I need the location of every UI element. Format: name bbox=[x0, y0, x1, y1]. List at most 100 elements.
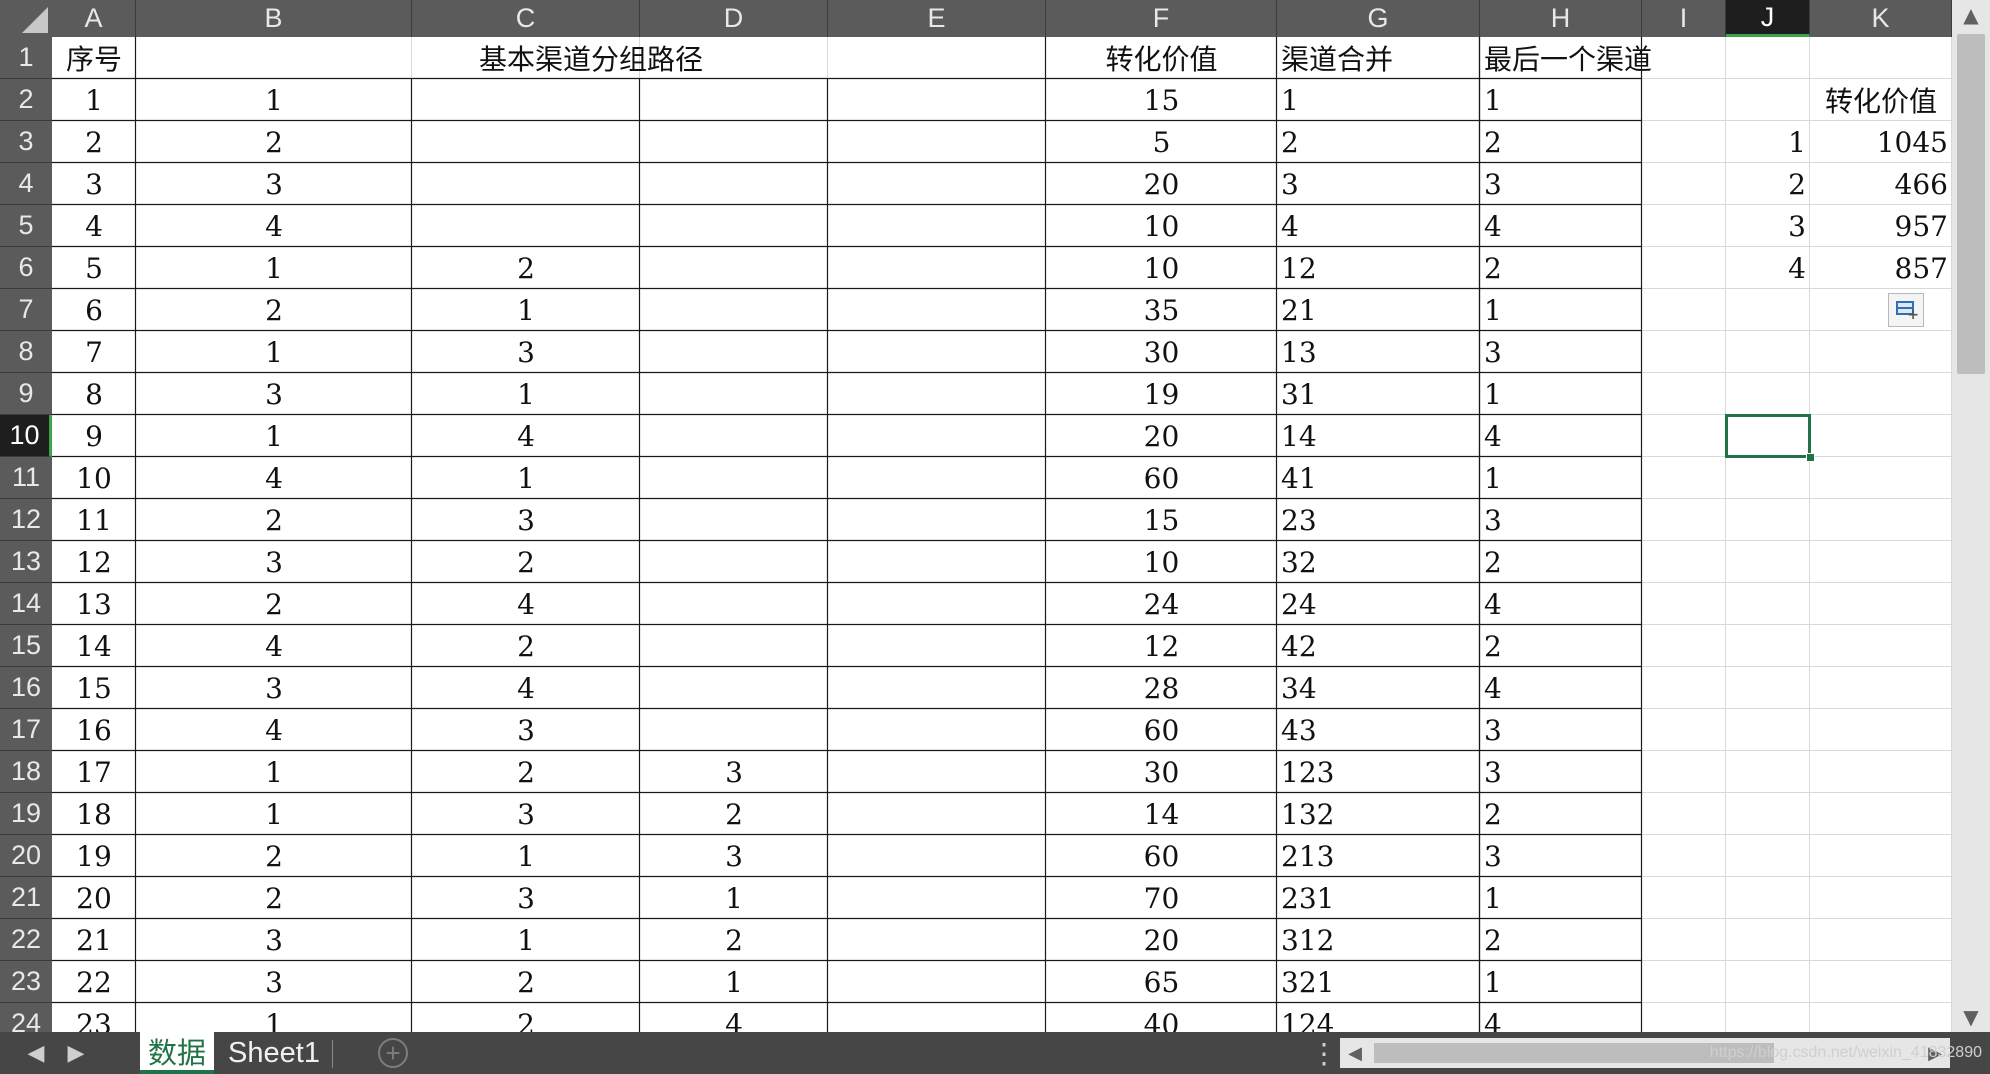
cell-i5[interactable] bbox=[1642, 205, 1726, 247]
cell-b23[interactable]: 3 bbox=[136, 961, 412, 1003]
cell-i3[interactable] bbox=[1642, 121, 1726, 163]
cell-b2[interactable]: 1 bbox=[136, 79, 412, 121]
cell-f9[interactable]: 19 bbox=[1046, 373, 1277, 415]
cell-g24[interactable]: 124 bbox=[1277, 1003, 1480, 1033]
cell-c2[interactable] bbox=[412, 79, 640, 121]
cell-k22[interactable] bbox=[1810, 919, 1952, 961]
cell-d2[interactable] bbox=[640, 79, 828, 121]
cell-e13[interactable] bbox=[828, 541, 1046, 583]
cell-d15[interactable] bbox=[640, 625, 828, 667]
cell-k13[interactable] bbox=[1810, 541, 1952, 583]
cell-f1[interactable]: 转化价值 bbox=[1046, 37, 1277, 79]
cell-e16[interactable] bbox=[828, 667, 1046, 709]
row-header-11[interactable]: 11 bbox=[0, 457, 52, 499]
cell-h9[interactable]: 1 bbox=[1480, 373, 1642, 415]
chevron-right-icon[interactable]: ▶ bbox=[58, 1032, 94, 1074]
cell-e24[interactable] bbox=[828, 1003, 1046, 1032]
cell-k24[interactable] bbox=[1810, 1003, 1952, 1032]
cell-i18[interactable] bbox=[1642, 751, 1726, 793]
vertical-ellipsis-icon[interactable]: ⋮ bbox=[1310, 1032, 1338, 1074]
cell-b6[interactable]: 1 bbox=[136, 247, 412, 289]
cell-b14[interactable]: 2 bbox=[136, 583, 412, 625]
cell-k2[interactable]: 转化价值 bbox=[1810, 79, 1952, 121]
cell-g5[interactable]: 4 bbox=[1277, 205, 1480, 247]
cell-h3[interactable]: 2 bbox=[1480, 121, 1642, 163]
row-header-7[interactable]: 7 bbox=[0, 289, 52, 331]
cell-h15[interactable]: 2 bbox=[1480, 625, 1642, 667]
column-header-k[interactable]: K bbox=[1810, 0, 1952, 37]
cell-g1[interactable]: 渠道合并 bbox=[1277, 37, 1480, 79]
cell-e18[interactable] bbox=[828, 751, 1046, 793]
cell-f4[interactable]: 20 bbox=[1046, 163, 1277, 205]
cell-b11[interactable]: 4 bbox=[136, 457, 412, 499]
cell-a22[interactable]: 21 bbox=[52, 919, 136, 961]
cell-d7[interactable] bbox=[640, 289, 828, 331]
cell-a11[interactable]: 10 bbox=[52, 457, 136, 499]
plus-circle-icon[interactable]: + bbox=[378, 1038, 408, 1068]
cell-e23[interactable] bbox=[828, 961, 1046, 1003]
cell-j15[interactable] bbox=[1726, 625, 1810, 667]
paste-options-icon[interactable]: + bbox=[1888, 293, 1924, 327]
cell-e14[interactable] bbox=[828, 583, 1046, 625]
cell-c14[interactable]: 4 bbox=[412, 583, 640, 625]
cell-c9[interactable]: 1 bbox=[412, 373, 640, 415]
cell-k14[interactable] bbox=[1810, 583, 1952, 625]
cell-j1[interactable] bbox=[1726, 37, 1810, 79]
cell-b15[interactable]: 4 bbox=[136, 625, 412, 667]
cell-g12[interactable]: 23 bbox=[1277, 499, 1480, 541]
cell-c13[interactable]: 2 bbox=[412, 541, 640, 583]
cell-k20[interactable] bbox=[1810, 835, 1952, 877]
column-header-b[interactable]: B bbox=[136, 0, 412, 37]
cell-a14[interactable]: 13 bbox=[52, 583, 136, 625]
cell-i15[interactable] bbox=[1642, 625, 1726, 667]
cell-f23[interactable]: 65 bbox=[1046, 961, 1277, 1003]
cell-i4[interactable] bbox=[1642, 163, 1726, 205]
column-header-h[interactable]: H bbox=[1480, 0, 1642, 37]
cell-b13[interactable]: 3 bbox=[136, 541, 412, 583]
cell-j9[interactable] bbox=[1726, 373, 1810, 415]
row-header-4[interactable]: 4 bbox=[0, 163, 52, 205]
cell-c15[interactable]: 2 bbox=[412, 625, 640, 667]
cell-b10[interactable]: 1 bbox=[136, 415, 412, 457]
cell-f12[interactable]: 15 bbox=[1046, 499, 1277, 541]
cell-b21[interactable]: 2 bbox=[136, 877, 412, 919]
cell-e6[interactable] bbox=[828, 247, 1046, 289]
cell-a13[interactable]: 12 bbox=[52, 541, 136, 583]
row-header-13[interactable]: 13 bbox=[0, 541, 52, 583]
cell-d24[interactable]: 4 bbox=[640, 1003, 828, 1033]
cell-d9[interactable] bbox=[640, 373, 828, 415]
cell-d20[interactable]: 3 bbox=[640, 835, 828, 877]
row-header-17[interactable]: 17 bbox=[0, 709, 52, 751]
cell-c10[interactable]: 4 bbox=[412, 415, 640, 457]
row-header-19[interactable]: 19 bbox=[0, 793, 52, 835]
cell-b8[interactable]: 1 bbox=[136, 331, 412, 373]
cell-a7[interactable]: 6 bbox=[52, 289, 136, 331]
cell-a15[interactable]: 14 bbox=[52, 625, 136, 667]
cell-f8[interactable]: 30 bbox=[1046, 331, 1277, 373]
cell-a10[interactable]: 9 bbox=[52, 415, 136, 457]
cell-e15[interactable] bbox=[828, 625, 1046, 667]
cell-i20[interactable] bbox=[1642, 835, 1726, 877]
chevron-left-icon[interactable]: ◀ bbox=[18, 1032, 54, 1074]
cell-e4[interactable] bbox=[828, 163, 1046, 205]
cell-j5[interactable]: 3 bbox=[1726, 205, 1810, 247]
cell-k1[interactable] bbox=[1810, 37, 1952, 79]
cell-f24[interactable]: 40 bbox=[1046, 1003, 1277, 1033]
cell-i1[interactable] bbox=[1642, 37, 1726, 79]
cell-e7[interactable] bbox=[828, 289, 1046, 331]
scroll-up-icon[interactable]: ▲ bbox=[1952, 0, 1990, 30]
cell-g23[interactable]: 321 bbox=[1277, 961, 1480, 1003]
row-header-6[interactable]: 6 bbox=[0, 247, 52, 289]
cell-k12[interactable] bbox=[1810, 499, 1952, 541]
scroll-down-icon[interactable]: ▼ bbox=[1952, 1002, 1990, 1032]
cell-j7[interactable] bbox=[1726, 289, 1810, 331]
cell-i8[interactable] bbox=[1642, 331, 1726, 373]
column-header-e[interactable]: E bbox=[828, 0, 1046, 37]
cell-h21[interactable]: 1 bbox=[1480, 877, 1642, 919]
cell-j21[interactable] bbox=[1726, 877, 1810, 919]
cell-a6[interactable]: 5 bbox=[52, 247, 136, 289]
row-header-1[interactable]: 1 bbox=[0, 37, 52, 79]
row-header-21[interactable]: 21 bbox=[0, 877, 52, 919]
cell-b1[interactable]: 基本渠道分组路径 bbox=[136, 37, 1046, 79]
row-header-20[interactable]: 20 bbox=[0, 835, 52, 877]
